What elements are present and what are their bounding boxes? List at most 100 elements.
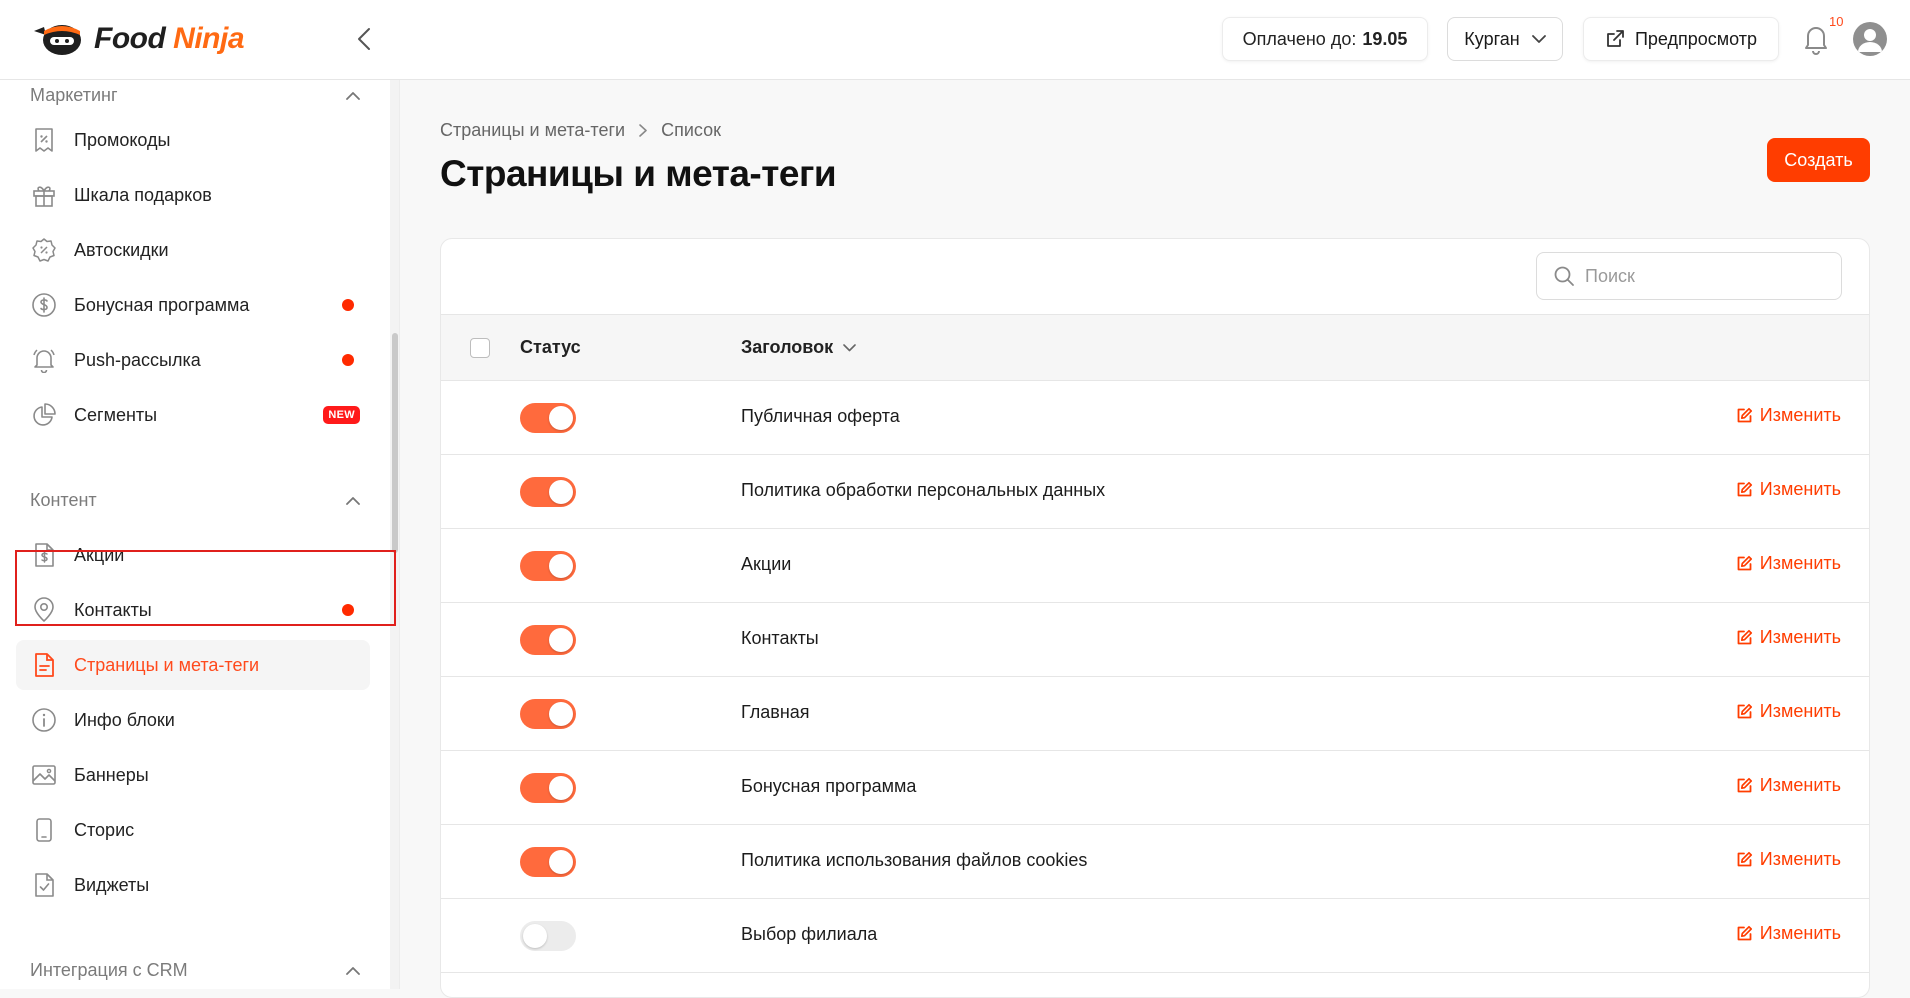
status-toggle[interactable] bbox=[520, 477, 576, 507]
sidebar-item-label: Страницы и мета-теги bbox=[74, 654, 260, 675]
sidebar-section-title: Контент bbox=[30, 489, 97, 510]
sidebar-item-label: Push-рассылка bbox=[74, 349, 201, 370]
table-row: Акции Изменить bbox=[441, 529, 1869, 603]
external-link-icon bbox=[1607, 30, 1624, 47]
sidebar-item-stories[interactable]: Сторис bbox=[16, 805, 370, 855]
status-toggle[interactable] bbox=[520, 847, 576, 877]
chevron-down-icon bbox=[1531, 34, 1546, 43]
search-input[interactable] bbox=[1585, 265, 1825, 287]
sidebar-item-label: Автоскидки bbox=[74, 239, 169, 260]
sidebar-item-autodiscounts[interactable]: Автоскидки bbox=[16, 225, 370, 275]
paid-until-label: Оплачено до: bbox=[1242, 28, 1357, 49]
toggle-knob bbox=[549, 480, 573, 504]
toggle-knob bbox=[549, 776, 573, 800]
chevron-up-icon bbox=[346, 91, 360, 100]
table-row: Публичная оферта Изменить bbox=[441, 381, 1869, 455]
status-toggle[interactable] bbox=[520, 773, 576, 803]
sidebar-item-info-blocks[interactable]: Инфо блоки bbox=[16, 695, 370, 745]
city-select-value: Курган bbox=[1464, 28, 1520, 49]
notification-dot bbox=[342, 354, 354, 366]
toggle-knob bbox=[549, 554, 573, 578]
search-box[interactable] bbox=[1536, 252, 1842, 300]
sidebar-item-bonus-program[interactable]: Бонусная программа bbox=[16, 280, 370, 330]
preview-button[interactable]: Предпросмотр bbox=[1583, 17, 1779, 61]
edit-icon bbox=[1737, 629, 1752, 645]
bell-icon bbox=[30, 346, 58, 374]
sidebar-item-widgets[interactable]: Виджеты bbox=[16, 860, 370, 910]
edit-button-label: Изменить bbox=[1759, 553, 1841, 573]
edit-button[interactable]: Изменить bbox=[1736, 775, 1841, 796]
sidebar-item-banners[interactable]: Баннеры bbox=[16, 750, 370, 800]
edit-button-label: Изменить bbox=[1759, 479, 1841, 499]
sidebar-item-push[interactable]: Push-рассылка bbox=[16, 335, 370, 385]
chevron-left-icon bbox=[358, 28, 370, 50]
pages-table-card: Статус Заголовок Публичная оферта Изменит… bbox=[440, 238, 1870, 998]
edit-button[interactable]: Изменить bbox=[1736, 849, 1841, 870]
toggle-knob bbox=[549, 406, 573, 430]
edit-icon bbox=[1737, 703, 1752, 719]
status-toggle[interactable] bbox=[520, 625, 576, 655]
sidebar-section-marketing[interactable]: Маркетинг bbox=[30, 80, 360, 110]
pie-chart-icon bbox=[30, 401, 58, 429]
sidebar-item-label: Инфо блоки bbox=[74, 709, 175, 730]
sidebar-scrollbar-thumb[interactable] bbox=[392, 333, 398, 553]
breadcrumb-current: Список bbox=[661, 120, 721, 140]
toggle-knob bbox=[523, 924, 547, 948]
page-title: Страницы и мета-теги bbox=[440, 153, 837, 194]
edit-button[interactable]: Изменить bbox=[1736, 405, 1841, 426]
column-header-title-label: Заголовок bbox=[741, 337, 834, 357]
toggle-knob bbox=[549, 850, 573, 874]
phone-icon bbox=[30, 816, 58, 844]
sidebar-section-content[interactable]: Контент bbox=[30, 485, 360, 515]
table-row: Бонусная программа Изменить bbox=[441, 751, 1869, 825]
chevron-up-icon bbox=[346, 496, 360, 505]
column-header-status: Статус bbox=[520, 337, 581, 357]
table-header: Статус Заголовок bbox=[441, 314, 1869, 381]
column-header-title[interactable]: Заголовок bbox=[741, 337, 856, 358]
sidebar-collapse-button[interactable] bbox=[349, 22, 379, 56]
edit-button-label: Изменить bbox=[1759, 923, 1841, 943]
row-title: Политика использования файлов cookies bbox=[741, 850, 1088, 870]
user-icon bbox=[1858, 29, 1882, 52]
paid-until-value: 19.05 bbox=[1362, 28, 1408, 49]
chevron-up-icon bbox=[346, 966, 360, 975]
create-button[interactable]: Создать bbox=[1767, 138, 1870, 182]
sidebar-section-crm[interactable]: Интеграция с CRM bbox=[30, 955, 360, 985]
notifications-button[interactable] bbox=[1800, 22, 1832, 56]
sidebar-item-label: Бонусная программа bbox=[74, 294, 250, 315]
status-toggle[interactable] bbox=[520, 403, 576, 433]
edit-button[interactable]: Изменить bbox=[1736, 627, 1841, 648]
sidebar-item-label: Сторис bbox=[74, 819, 135, 840]
table-row: Контакты Изменить bbox=[441, 603, 1869, 677]
sidebar-item-label: Баннеры bbox=[74, 764, 149, 785]
sort-chevron-down-icon bbox=[843, 343, 856, 351]
edit-button-label: Изменить bbox=[1759, 775, 1841, 795]
sidebar-item-pages-meta-tags[interactable]: Страницы и мета-теги bbox=[16, 640, 370, 690]
table-row: Главная Изменить bbox=[441, 677, 1869, 751]
row-title: Политика обработки персональных данных bbox=[741, 480, 1106, 500]
status-toggle[interactable] bbox=[520, 551, 576, 581]
edit-button[interactable]: Изменить bbox=[1736, 553, 1841, 574]
sidebar-item-promocodes[interactable]: Промокоды bbox=[16, 115, 370, 165]
row-title: Бонусная программа bbox=[741, 776, 917, 796]
city-select[interactable]: Курган bbox=[1447, 17, 1563, 61]
row-title: Контакты bbox=[741, 628, 819, 648]
logo[interactable]: Food Ninja bbox=[32, 18, 245, 60]
breadcrumb-parent[interactable]: Страницы и мета-теги bbox=[440, 120, 625, 141]
row-title: Главная bbox=[741, 702, 810, 722]
edit-button-label: Изменить bbox=[1759, 405, 1841, 425]
sidebar-item-gift-scale[interactable]: Шкала подарков bbox=[16, 170, 370, 220]
select-all-checkbox[interactable] bbox=[470, 338, 490, 358]
edit-button[interactable]: Изменить bbox=[1736, 701, 1841, 722]
edit-button-label: Изменить bbox=[1759, 627, 1841, 647]
logo-text-food: Food bbox=[94, 22, 166, 55]
edit-button[interactable]: Изменить bbox=[1736, 479, 1841, 500]
status-toggle[interactable] bbox=[520, 699, 576, 729]
sidebar: Маркетинг Промокоды Шкала подарков Автос… bbox=[0, 80, 400, 989]
status-toggle[interactable] bbox=[520, 921, 576, 951]
user-avatar[interactable] bbox=[1853, 22, 1887, 56]
coupon-icon bbox=[30, 126, 58, 154]
sidebar-item-segments[interactable]: Сегменты NEW bbox=[16, 390, 370, 440]
edit-button[interactable]: Изменить bbox=[1736, 923, 1841, 944]
table-row: Выбор филиала Изменить bbox=[441, 899, 1869, 973]
